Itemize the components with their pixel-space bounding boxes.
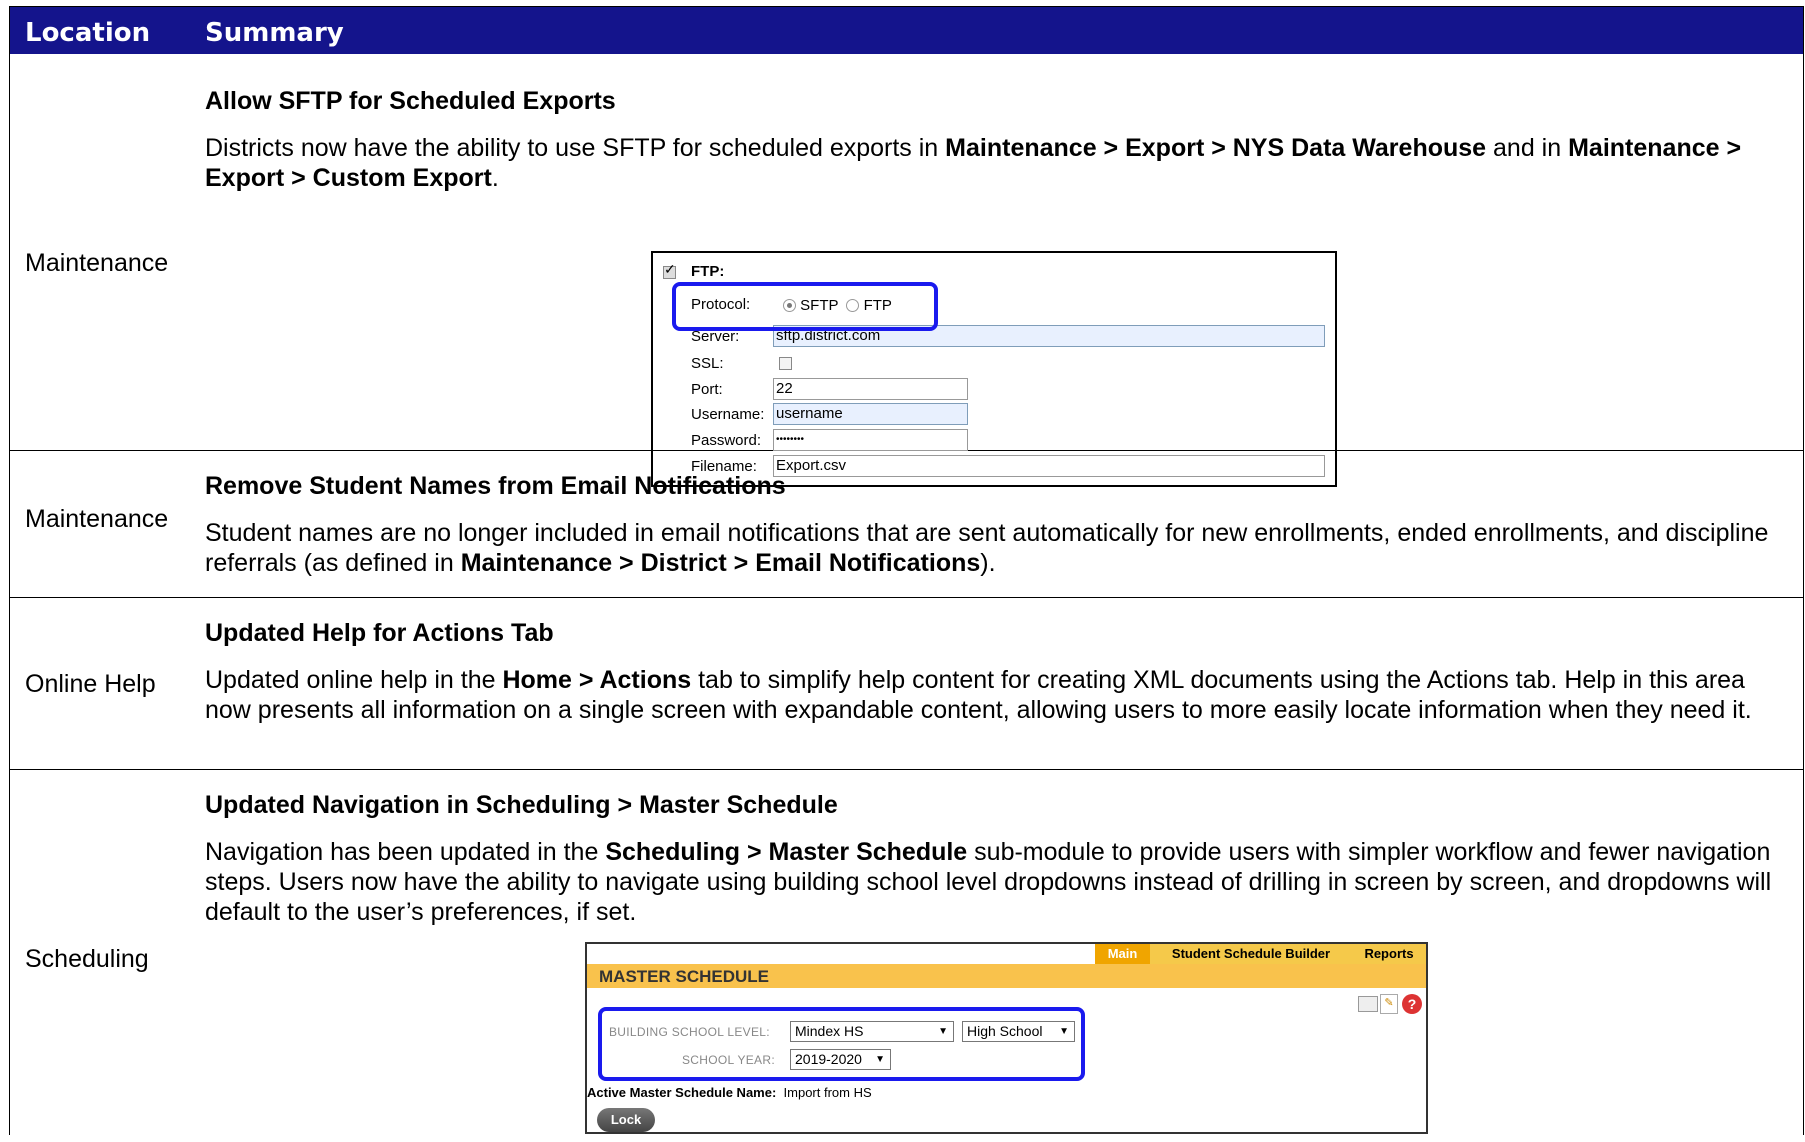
username-label: Username:: [691, 406, 765, 423]
comment-icon[interactable]: [1358, 996, 1378, 1012]
table-row: Online Help Updated Help for Actions Tab…: [10, 598, 1803, 770]
active-label: Active Master Schedule Name:: [587, 1085, 777, 1100]
lock-button[interactable]: Lock: [597, 1108, 655, 1132]
help-icon[interactable]: ?: [1402, 994, 1422, 1014]
row-title: Updated Navigation in Scheduling > Maste…: [205, 791, 838, 819]
row-location: Online Help: [25, 670, 156, 698]
row-summary: Remove Student Names from Email Notifica…: [205, 471, 1783, 578]
toolbar-icons: ✎ ?: [1354, 994, 1424, 1016]
dropdown-highlight: [598, 1007, 1085, 1081]
page-title: MASTER SCHEDULE: [587, 964, 1426, 988]
tab-main[interactable]: Main: [1095, 944, 1150, 964]
row-description: Student names are no longer included in …: [205, 519, 1769, 577]
master-schedule-panel: Main Student Schedule Builder Reports MA…: [585, 942, 1428, 1134]
row-location: Scheduling: [25, 945, 149, 973]
table-header: Location Summary: [10, 7, 1803, 54]
row-description: Navigation has been updated in the Sched…: [205, 838, 1772, 926]
ssl-checkbox[interactable]: [779, 357, 792, 370]
ssl-label: SSL:: [691, 355, 724, 372]
row-title: Remove Student Names from Email Notifica…: [205, 472, 786, 500]
row-summary: Updated Help for Actions Tab Updated onl…: [205, 618, 1783, 725]
row-description: Districts now have the ability to use SF…: [205, 134, 1742, 192]
row-summary: Allow SFTP for Scheduled Exports Distric…: [205, 86, 1783, 193]
row-location: Maintenance: [25, 505, 169, 533]
tab-reports[interactable]: Reports: [1352, 944, 1426, 964]
row-location: Maintenance: [25, 249, 169, 277]
edit-icon[interactable]: ✎: [1380, 994, 1398, 1014]
row-title: Allow SFTP for Scheduled Exports: [205, 87, 616, 115]
port-label: Port:: [691, 381, 723, 398]
row-summary: Updated Navigation in Scheduling > Maste…: [205, 790, 1783, 927]
tab-student-schedule-builder[interactable]: Student Schedule Builder: [1150, 944, 1352, 964]
port-field[interactable]: 22: [773, 378, 968, 400]
password-field[interactable]: ••••••••: [773, 429, 968, 451]
header-summary: Summary: [205, 18, 344, 48]
table-row: Maintenance Remove Student Names from Em…: [10, 451, 1803, 598]
password-label: Password:: [691, 432, 762, 449]
checkmark-icon: ✓: [664, 261, 676, 277]
tab-bar: Main Student Schedule Builder Reports: [587, 944, 1426, 964]
table-row: Maintenance Allow SFTP for Scheduled Exp…: [10, 54, 1803, 487]
row-title: Updated Help for Actions Tab: [205, 619, 554, 647]
active-value: Import from HS: [783, 1085, 872, 1100]
ftp-label: FTP:: [691, 263, 725, 280]
username-field[interactable]: username: [773, 403, 968, 425]
document: Location Summary Maintenance Allow SFTP …: [9, 6, 1804, 1135]
active-schedule-line: Active Master Schedule Name: Import from…: [587, 1085, 872, 1100]
header-location: Location: [25, 18, 151, 48]
row-description: Updated online help in the Home > Action…: [205, 666, 1752, 724]
protocol-highlight: [672, 282, 938, 331]
